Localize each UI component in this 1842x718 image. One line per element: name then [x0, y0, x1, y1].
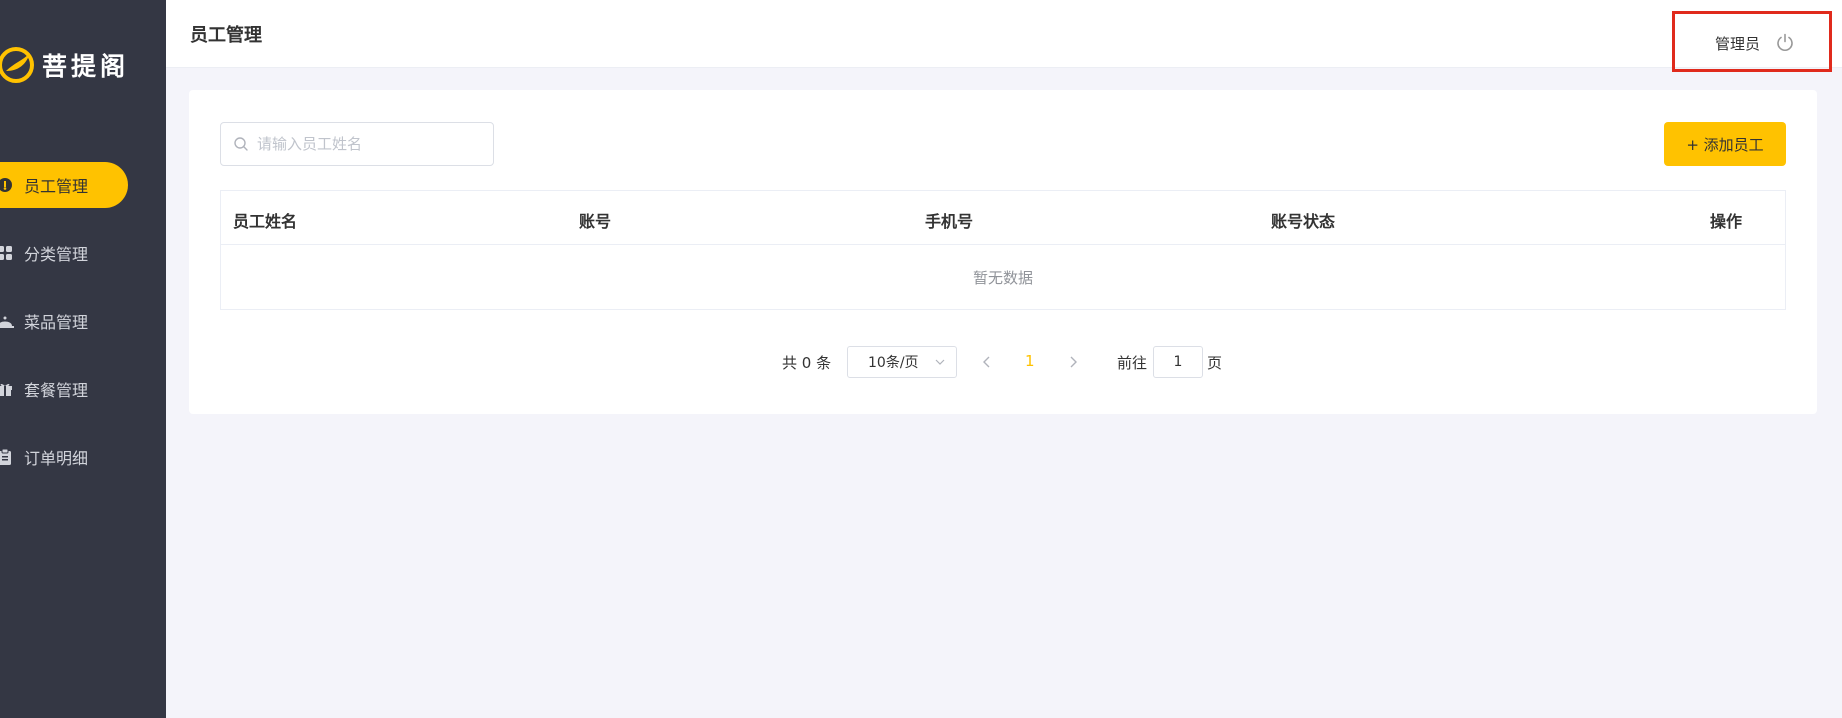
employee-table: 员工姓名 账号 手机号 账号状态 操作 暂无数据 — [220, 190, 1786, 310]
search-box[interactable] — [220, 122, 494, 166]
pagination: 共 0 条 10条/页 1 前往 页 — [189, 346, 1817, 378]
sidebar-item-label: 分类管理 — [24, 245, 89, 264]
sidebar-item-label: 套餐管理 — [24, 381, 89, 400]
sidebar-item-label: 员工管理 — [24, 177, 89, 196]
pagination-current-page[interactable]: 1 — [1025, 352, 1035, 370]
sidebar-item-category[interactable]: 分类管理 — [0, 230, 166, 276]
chevron-down-icon — [935, 359, 945, 365]
pagination-page-suffix: 页 — [1207, 354, 1223, 372]
page-size-value: 10条/页 — [868, 355, 919, 371]
user-name[interactable]: 管理员 — [1715, 33, 1760, 54]
power-icon[interactable] — [1775, 32, 1795, 52]
sidebar-nav: 员工管理 分类管理 菜品管理 套餐管理 订单明细 — [0, 162, 166, 502]
user-icon — [0, 176, 14, 194]
sidebar: 菩提阁 员工管理 分类管理 菜品管理 套餐管理 订单明细 — [0, 0, 166, 718]
grid-icon — [0, 244, 14, 262]
clipboard-icon — [0, 448, 14, 466]
sidebar-item-setmeal[interactable]: 套餐管理 — [0, 366, 166, 412]
add-employee-button[interactable]: + 添加员工 — [1664, 122, 1786, 166]
table-header: 员工姓名 账号 手机号 账号状态 操作 — [221, 191, 1785, 245]
leaf-logo-icon — [0, 47, 34, 83]
column-header-account: 账号 — [579, 212, 612, 231]
sidebar-item-employee[interactable]: 员工管理 — [0, 162, 128, 208]
page-title: 员工管理 — [190, 25, 262, 46]
pagination-goto-input[interactable] — [1153, 346, 1203, 378]
chevron-right-icon[interactable] — [1065, 352, 1081, 372]
pagination-total: 共 0 条 — [782, 354, 832, 372]
sidebar-item-dish[interactable]: 菜品管理 — [0, 298, 166, 344]
brand-name: 菩提阁 — [42, 52, 130, 81]
gift-icon — [0, 380, 14, 398]
search-icon — [234, 137, 248, 151]
top-header: 员工管理 管理员 — [166, 0, 1842, 72]
dish-icon — [0, 312, 14, 330]
table-empty-text: 暂无数据 — [972, 268, 1033, 287]
search-input[interactable] — [257, 135, 487, 153]
column-header-actions: 操作 — [1710, 212, 1743, 231]
column-header-phone: 手机号 — [925, 212, 974, 231]
sidebar-item-label: 菜品管理 — [24, 313, 89, 332]
user-area-highlight: 管理员 — [1672, 11, 1832, 72]
brand-logo[interactable]: 菩提阁 — [0, 44, 166, 86]
page-size-select[interactable]: 10条/页 — [847, 346, 957, 378]
pagination-goto-label: 前往 — [1117, 354, 1148, 372]
sidebar-item-orders[interactable]: 订单明细 — [0, 434, 166, 480]
chevron-left-icon[interactable] — [979, 352, 995, 372]
sidebar-item-label: 订单明细 — [24, 449, 89, 468]
column-header-status: 账号状态 — [1271, 212, 1336, 231]
column-header-name: 员工姓名 — [233, 212, 298, 231]
employee-card: + 添加员工 员工姓名 账号 手机号 账号状态 操作 暂无数据 共 0 条 10… — [189, 90, 1817, 414]
